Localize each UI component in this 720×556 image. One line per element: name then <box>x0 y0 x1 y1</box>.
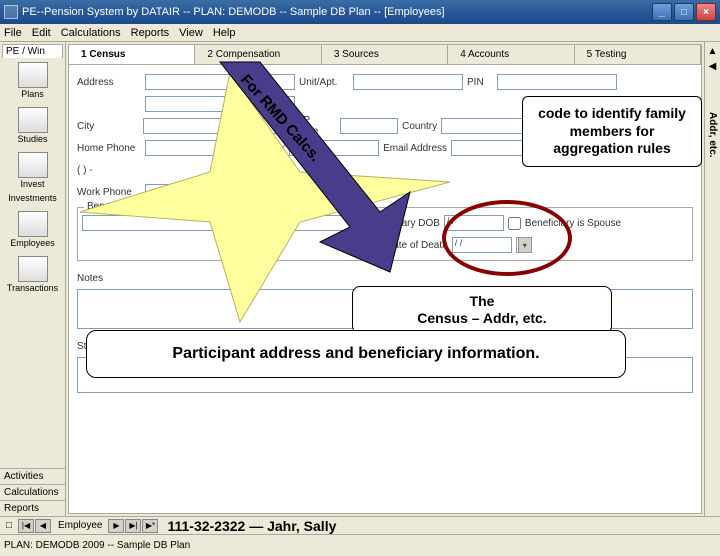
sidebar-link-reports[interactable]: Reports <box>0 500 65 516</box>
app-icon <box>4 5 18 19</box>
sidebar-item-invest[interactable]: Invest <box>0 179 65 189</box>
beneficiary-input[interactable] <box>82 215 362 231</box>
sidebar-item-studies[interactable]: Studies <box>0 134 65 144</box>
gutter-up-icon[interactable]: ▲ <box>708 46 718 57</box>
label-st: St. <box>235 121 247 132</box>
label-zip: ZIP Code <box>295 115 336 137</box>
label-address: Address <box>77 77 141 88</box>
label-extension: Extension <box>239 187 283 198</box>
menu-calculations[interactable]: Calculations <box>61 27 121 39</box>
dod-input[interactable]: / / <box>452 237 512 253</box>
nav-next-button[interactable]: ▶ <box>108 519 124 533</box>
tab-testing[interactable]: 5 Testing <box>575 45 701 64</box>
label-pin: PIN <box>467 77 493 88</box>
label-homefax: Home Fax <box>239 143 285 154</box>
state-select[interactable] <box>251 118 290 134</box>
label-workphone: Work Phone <box>77 187 141 198</box>
gutter-left-icon[interactable]: ◀ <box>709 61 717 72</box>
menu-edit[interactable]: Edit <box>32 27 51 39</box>
workphone-input[interactable] <box>145 184 235 200</box>
city-input[interactable] <box>143 118 231 134</box>
extension-input[interactable] <box>287 184 347 200</box>
nav-last-button[interactable]: ▶| <box>125 519 141 533</box>
address2-input[interactable] <box>145 96 295 112</box>
left-sidebar: PE / Win Plans Studies Invest Investment… <box>0 42 66 516</box>
status-text: PLAN: DEMODB 2009 -- Sample DB Plan <box>4 540 190 551</box>
label-unitapt: Unit/Apt. <box>299 77 349 88</box>
label-beneficiary: Beneficiary <box>84 201 139 212</box>
sidebar-item-investments[interactable]: Investments <box>0 193 65 203</box>
sidebar-icon-studies[interactable] <box>18 107 48 133</box>
zip-input[interactable] <box>340 118 399 134</box>
label-benspouse: Beneficiary is Spouse <box>525 218 621 229</box>
tab-accounts[interactable]: 4 Accounts <box>448 45 574 64</box>
sidebar-item-employees[interactable]: Employees <box>0 238 65 248</box>
unitapt-input[interactable] <box>353 74 463 90</box>
sidebar-link-calculations[interactable]: Calculations <box>0 484 65 500</box>
tab-census[interactable]: 1 Census <box>69 45 195 64</box>
homefax-input[interactable] <box>289 140 379 156</box>
dod-picker[interactable] <box>516 237 532 253</box>
status-bar: PLAN: DEMODB 2009 -- Sample DB Plan <box>0 534 720 556</box>
menu-file[interactable]: File <box>4 27 22 39</box>
record-label: Employee <box>52 520 108 531</box>
callout-participant-address: Participant address and beneficiary info… <box>86 330 626 378</box>
address-input[interactable] <box>145 74 295 90</box>
sidebar-item-plans[interactable]: Plans <box>0 89 65 99</box>
label-dod: Date of Death <box>386 240 448 251</box>
minimize-button[interactable]: _ <box>652 3 672 21</box>
homephone-input[interactable] <box>145 140 235 156</box>
gutter-label: Addr, etc. <box>707 112 718 158</box>
nav-first-button[interactable]: |◀ <box>18 519 34 533</box>
label-homephone: Home Phone <box>77 143 141 154</box>
label-email: Email Address <box>383 143 447 154</box>
bendob-input[interactable]: / / <box>444 215 504 231</box>
form-tabs: 1 Census 2 Compensation 3 Sources 4 Acco… <box>69 45 701 65</box>
ben-spouse-checkbox[interactable] <box>508 217 521 230</box>
label-country: Country <box>402 121 437 132</box>
menu-help[interactable]: Help <box>213 27 236 39</box>
sidebar-icon-employees[interactable] <box>18 211 48 237</box>
window-titlebar: PE--Pension System by DATAIR -- PLAN: DE… <box>0 0 720 24</box>
country-input[interactable] <box>441 118 529 134</box>
callout-family-code: code to identify family members for aggr… <box>522 96 702 167</box>
callout-census-addr: The Census – Addr, etc. <box>352 286 612 334</box>
label-city: City <box>77 121 139 132</box>
sidebar-item-transactions[interactable]: Transactions <box>0 283 65 293</box>
menu-bar: File Edit Calculations Reports View Help <box>0 24 720 42</box>
window-title: PE--Pension System by DATAIR -- PLAN: DE… <box>22 6 445 18</box>
menu-view[interactable]: View <box>179 27 203 39</box>
nav-prev-button[interactable]: ◀ <box>35 519 51 533</box>
tab-sources[interactable]: 3 Sources <box>322 45 448 64</box>
record-navigator: □ |◀ ◀ Employee ▶ ▶| ▶* 111-32-2322 — Ja… <box>0 516 720 534</box>
right-gutter: ▲ ◀ Addr, etc. <box>704 42 720 516</box>
nav-new-button[interactable]: ▶* <box>142 519 158 533</box>
sidebar-icon-invest[interactable] <box>18 152 48 178</box>
sidebar-tab-pewin[interactable]: PE / Win <box>2 44 63 58</box>
sidebar-link-activities[interactable]: Activities <box>0 468 65 484</box>
sidebar-icon-transactions[interactable] <box>18 256 48 282</box>
menu-reports[interactable]: Reports <box>131 27 170 39</box>
maximize-button[interactable]: □ <box>674 3 694 21</box>
tab-compensation[interactable]: 2 Compensation <box>195 45 321 64</box>
label-notes: Notes <box>77 273 141 284</box>
label-bendob: Beneficiary DOB <box>366 218 440 229</box>
close-button[interactable]: × <box>696 3 716 21</box>
record-current: 111-32-2322 — Jahr, Sally <box>159 518 336 534</box>
sidebar-icon-plans[interactable] <box>18 62 48 88</box>
pin-input[interactable] <box>497 74 617 90</box>
beneficiary-fieldset: Beneficiary Beneficiary DOB / / Benefici… <box>77 207 693 261</box>
